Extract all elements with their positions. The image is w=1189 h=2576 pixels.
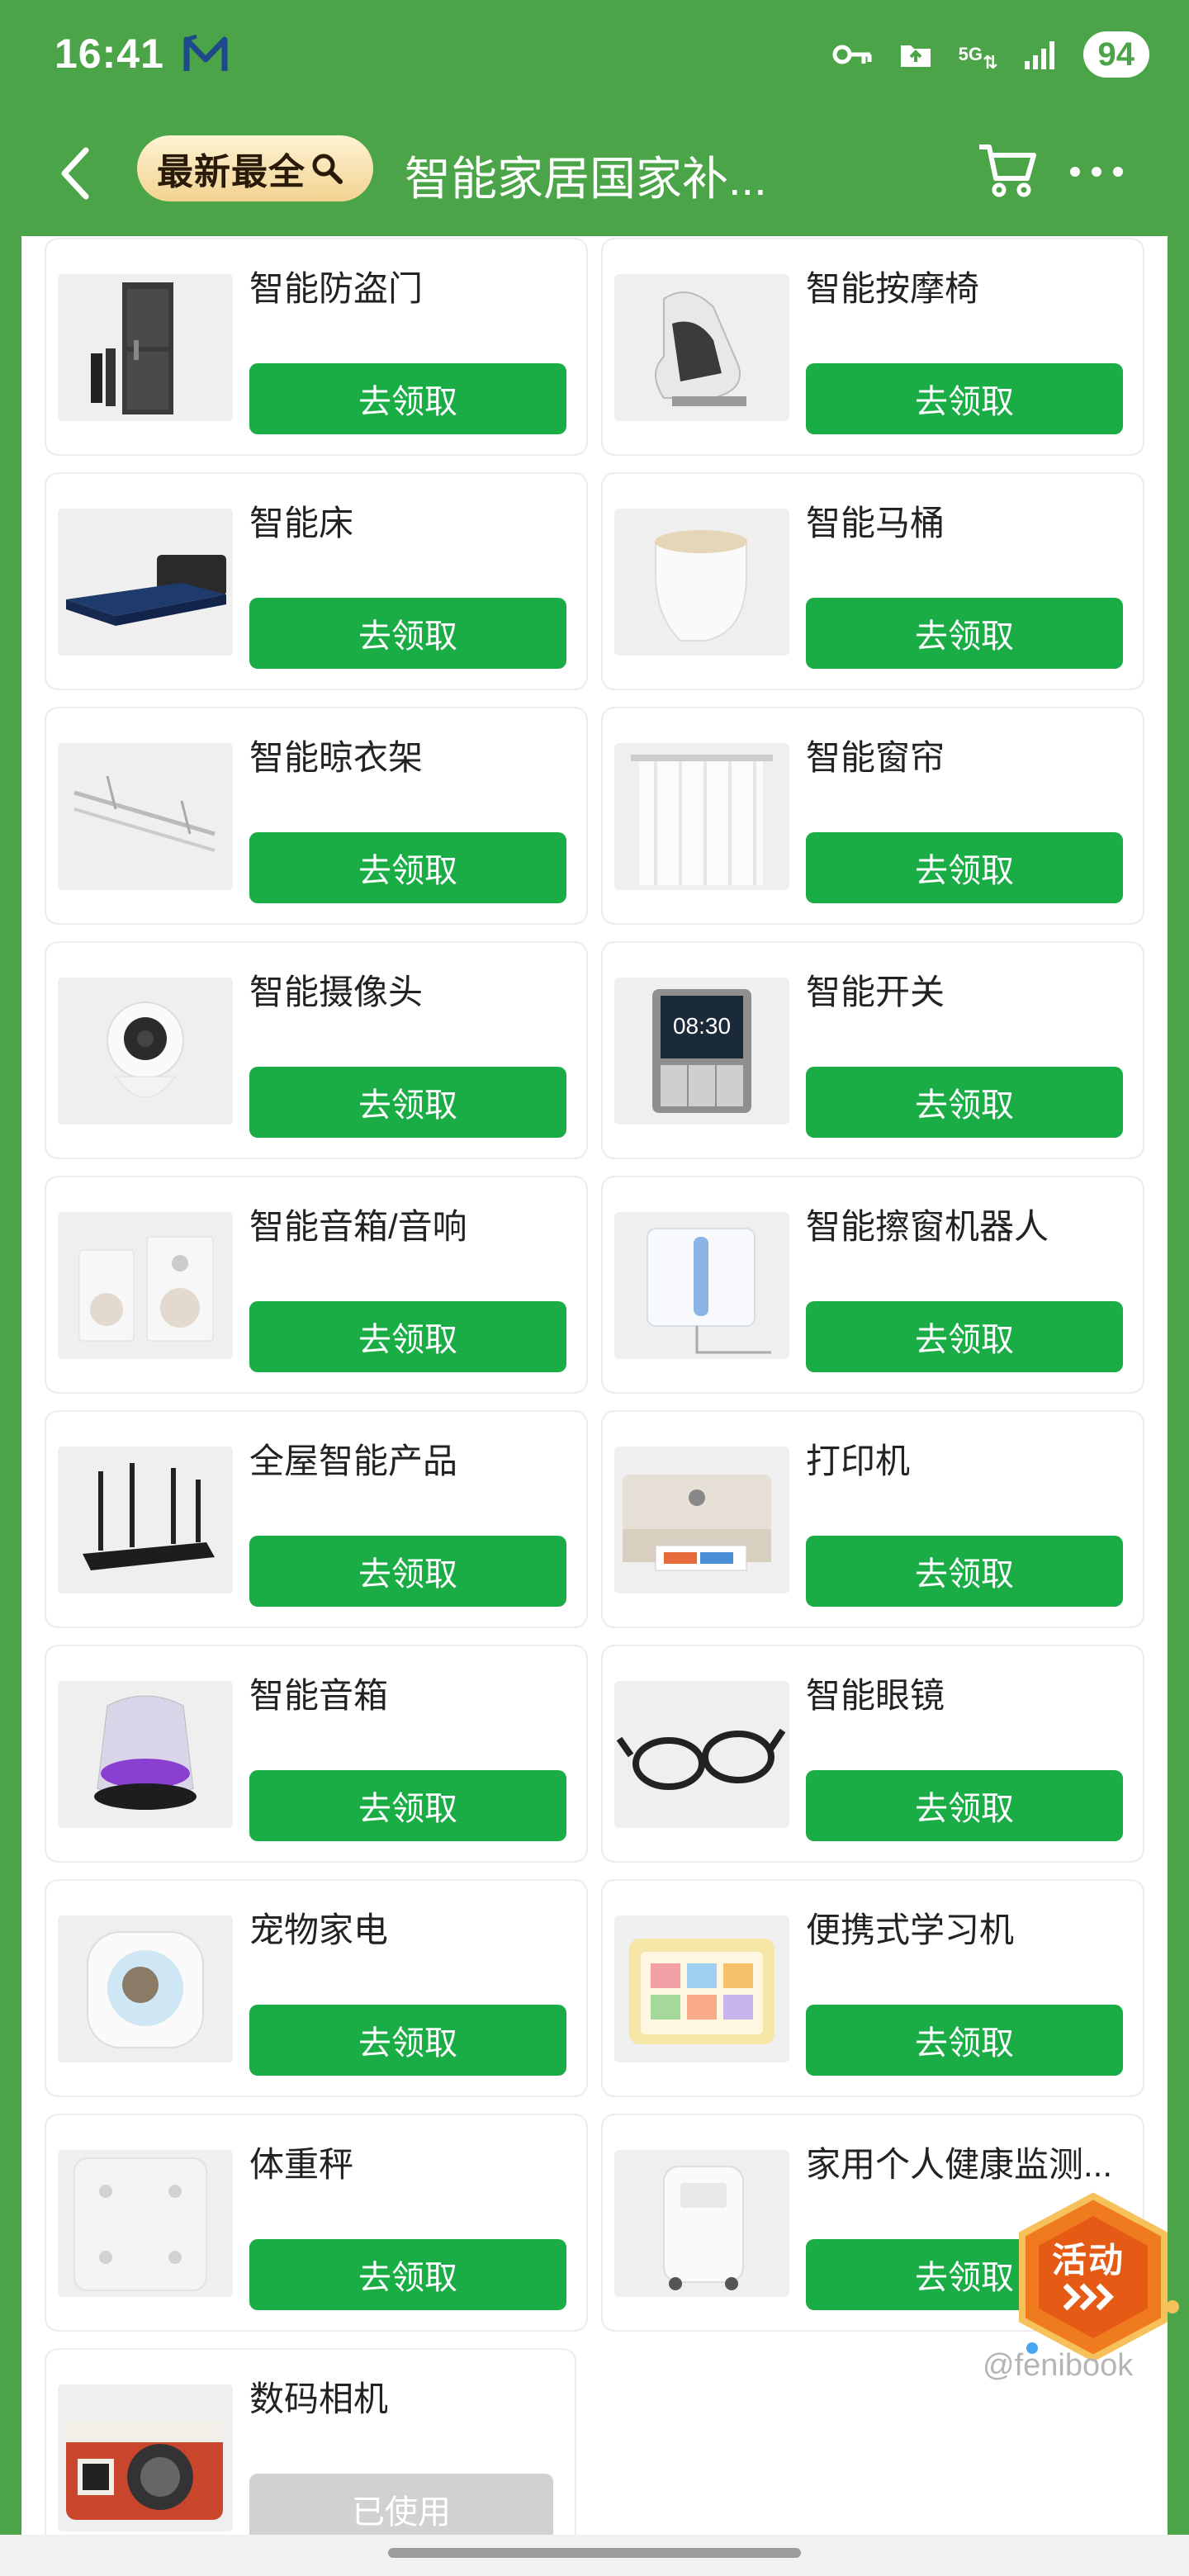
activity-label: 活动 — [1052, 2241, 1125, 2280]
product-card[interactable]: 宠物家电 去领取 — [45, 1879, 588, 2097]
product-card[interactable]: 智能窗帘 去领取 — [601, 707, 1144, 925]
claim-button[interactable]: 去领取 — [806, 363, 1123, 434]
product-name: 智能擦窗机器人 — [806, 1207, 1049, 1246]
clothes-rack-image — [58, 743, 233, 890]
product-card[interactable]: 智能按摩椅 去领取 — [601, 238, 1144, 456]
product-card[interactable]: 智能音箱/音响 去领取 — [45, 1176, 588, 1394]
product-name: 便携式学习机 — [806, 1911, 1015, 1949]
printer-image — [614, 1447, 789, 1593]
router-image — [58, 1447, 233, 1593]
claim-button[interactable]: 去领取 — [806, 1536, 1123, 1607]
massage-chair-image — [614, 274, 789, 421]
curtain-image — [614, 743, 789, 890]
product-card[interactable]: 智能擦窗机器人 去领取 — [601, 1176, 1144, 1394]
product-card[interactable]: 智能马桶 去领取 — [601, 472, 1144, 690]
claim-button[interactable]: 去领取 — [249, 1067, 566, 1138]
badge-label: 最新最全 — [157, 152, 306, 192]
claim-button[interactable]: 去领取 — [249, 363, 566, 434]
product-name: 智能窗帘 — [806, 738, 945, 777]
home-indicator[interactable] — [388, 2548, 801, 2558]
product-name: 智能床 — [249, 504, 354, 542]
oxygen-concentrator-image — [614, 2150, 789, 2297]
scale-image — [58, 2150, 233, 2297]
back-arrow-icon[interactable] — [51, 140, 101, 206]
claim-button[interactable]: 去领取 — [249, 1536, 566, 1607]
switch-panel-image: 08:30 — [614, 978, 789, 1125]
product-card[interactable]: 智能床 去领取 — [45, 472, 588, 690]
speakers-image — [58, 1212, 233, 1359]
product-name: 智能摄像头 — [249, 973, 424, 1011]
product-name: 智能按摩椅 — [806, 269, 980, 308]
product-name: 智能晾衣架 — [249, 738, 424, 777]
toilet-image — [614, 509, 789, 656]
product-name: 打印机 — [806, 1442, 911, 1480]
claim-button[interactable]: 去领取 — [806, 1067, 1123, 1138]
product-name: 数码相机 — [249, 2379, 389, 2418]
top-nav-bar: 最新最全 智能家居国家补... — [0, 116, 1189, 231]
glasses-image — [614, 1681, 789, 1828]
product-card[interactable]: 全屋智能产品 去领取 — [45, 1410, 588, 1628]
product-card[interactable]: 智能防盗门 去领取 — [45, 238, 588, 456]
product-grid: 智能防盗门 去领取 智能按摩椅 去领取 智能床 去领取 智能马桶 去领取 智能晾… — [21, 236, 1168, 2548]
cart-icon[interactable] — [974, 135, 1040, 201]
product-name: 智能音箱 — [249, 1676, 389, 1715]
product-card[interactable]: 体重秤 去领取 — [45, 2114, 588, 2332]
watermark-text: @fenibook — [983, 2348, 1134, 2383]
learning-tablet-image — [614, 1915, 789, 2062]
claim-button[interactable]: 去领取 — [249, 598, 566, 669]
product-name: 宠物家电 — [249, 1911, 389, 1949]
product-card[interactable]: 智能音箱 去领取 — [45, 1645, 588, 1863]
claim-button[interactable]: 去领取 — [249, 2239, 566, 2310]
more-menu-icon[interactable] — [1070, 155, 1136, 188]
claim-button[interactable]: 去领取 — [806, 2005, 1123, 2076]
product-card[interactable]: 智能晾衣架 去领取 — [45, 707, 588, 925]
product-name: 全屋智能产品 — [249, 1442, 458, 1480]
pet-litter-box-image — [58, 1915, 233, 2062]
product-card[interactable]: 便携式学习机 去领取 — [601, 1879, 1144, 2097]
network-5g-icon: 5G ⇅ — [958, 44, 998, 73]
claim-button[interactable]: 去领取 — [806, 1301, 1123, 1372]
product-card[interactable]: 数码相机 已使用 — [45, 2348, 576, 2548]
search-icon — [312, 154, 343, 184]
key-icon — [832, 36, 874, 73]
status-bar: 16:41 5G ⇅ 94 — [0, 0, 1189, 116]
camera-image — [58, 978, 233, 1125]
status-time: 16:41 — [54, 31, 164, 77]
product-card[interactable]: 打印机 去领取 — [601, 1410, 1144, 1628]
claim-button[interactable]: 去领取 — [249, 1770, 566, 1841]
signal-icon — [1021, 36, 1062, 73]
bed-image — [58, 509, 233, 656]
door-image — [58, 274, 233, 421]
battery-indicator: 94 — [1082, 31, 1149, 78]
product-name: 体重秤 — [249, 2145, 354, 2184]
app-logo-icon — [183, 35, 228, 71]
window-robot-image — [614, 1212, 789, 1359]
smart-speaker-image — [58, 1681, 233, 1828]
claim-button[interactable]: 去领取 — [806, 832, 1123, 903]
claim-button[interactable]: 去领取 — [806, 598, 1123, 669]
product-card[interactable]: 智能眼镜 去领取 — [601, 1645, 1144, 1863]
folder-upload-icon — [895, 36, 936, 73]
page-title: 智能家居国家补... — [405, 153, 767, 205]
product-name: 智能马桶 — [806, 504, 945, 542]
product-card[interactable]: 08:30 智能开关 去领取 — [601, 941, 1144, 1159]
claim-button[interactable]: 去领取 — [249, 2005, 566, 2076]
product-name: 智能防盗门 — [249, 269, 424, 308]
claim-button[interactable]: 去领取 — [806, 1770, 1123, 1841]
product-name: 智能眼镜 — [806, 1676, 945, 1715]
digital-camera-image — [58, 2384, 233, 2531]
claim-button[interactable]: 去领取 — [249, 832, 566, 903]
claim-button[interactable]: 去领取 — [249, 1301, 566, 1372]
product-name: 智能音箱/音响 — [249, 1207, 467, 1246]
product-name: 家用个人健康监测... — [806, 2145, 1113, 2184]
search-badge[interactable]: 最新最全 — [137, 135, 373, 201]
product-name: 智能开关 — [806, 973, 945, 1011]
product-card[interactable]: 智能摄像头 去领取 — [45, 941, 588, 1159]
panel-time: 08:30 — [673, 1013, 731, 1039]
